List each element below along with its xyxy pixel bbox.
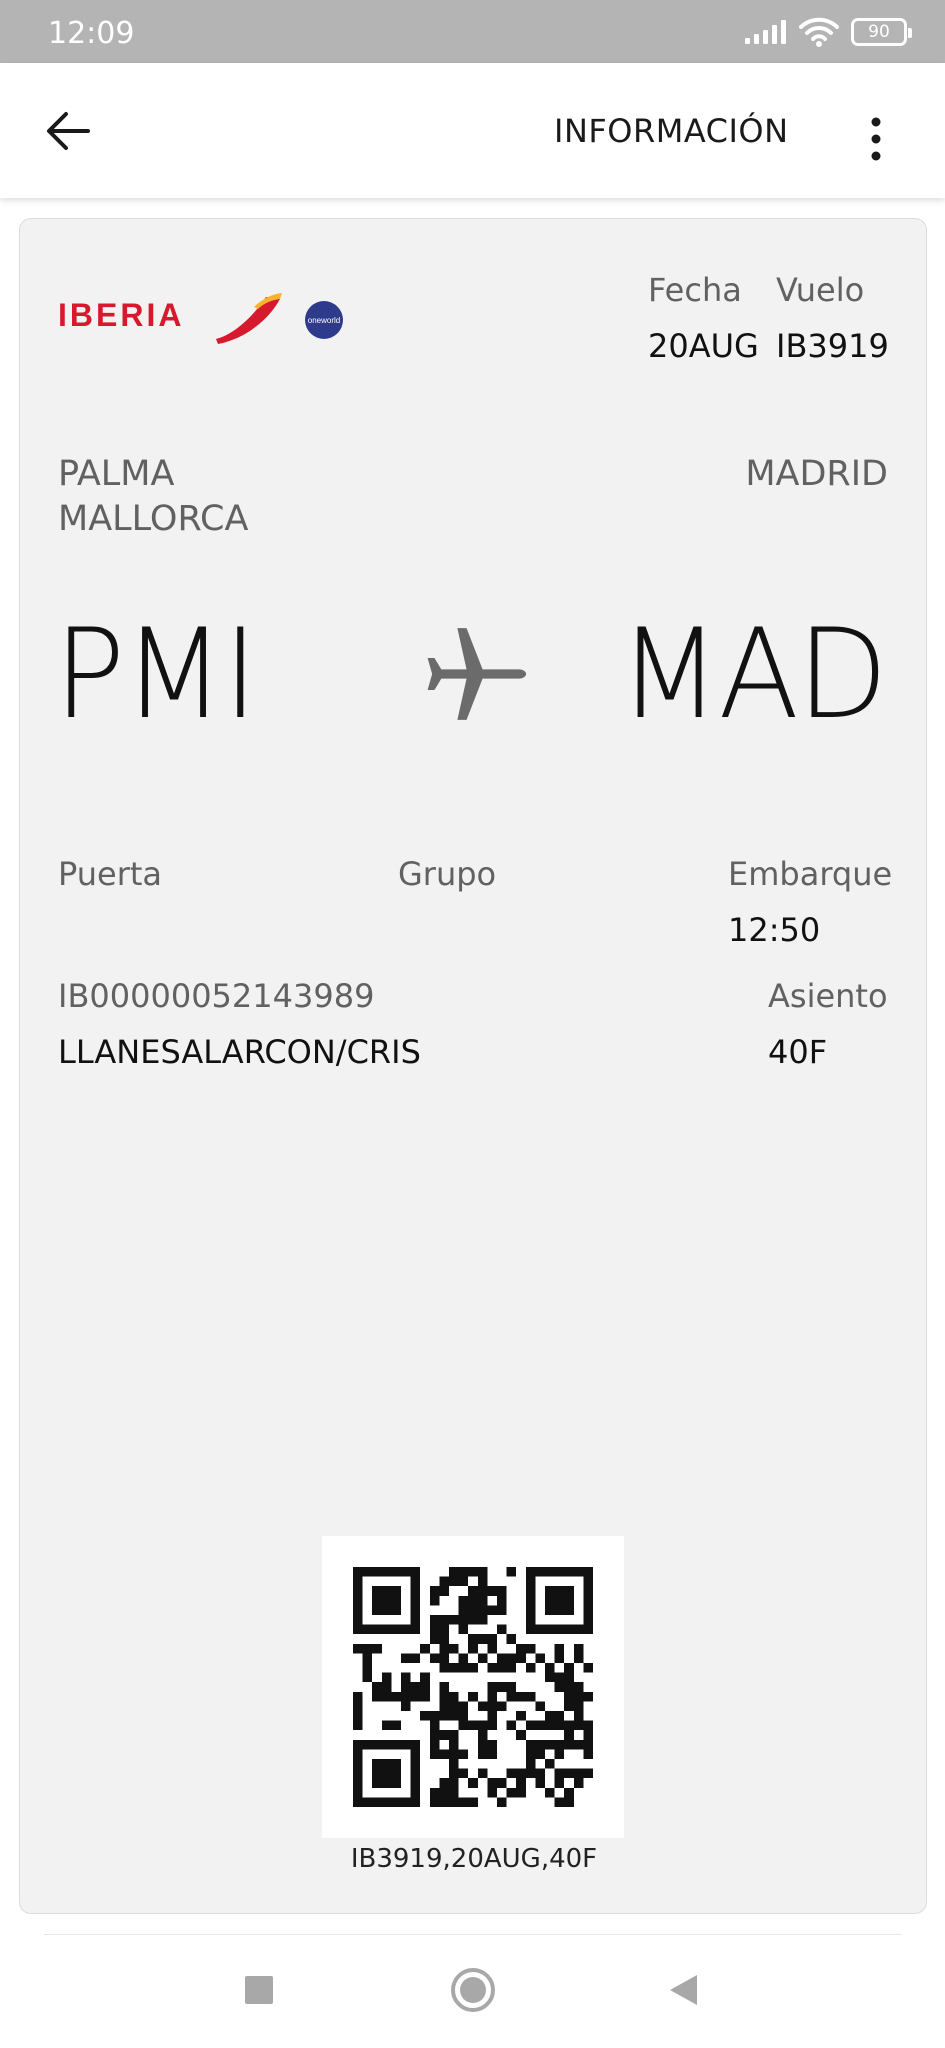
origin-city-line1: PALMA [58,454,175,494]
svg-text:IBERIA: IBERIA [58,297,184,333]
home-circle-icon [451,1968,495,2012]
flight-value: IB3919 [776,327,889,365]
back-button[interactable] [36,99,100,163]
oneworld-logo-text: oneworld [308,316,340,325]
date-value: 20AUG [648,327,759,365]
more-vert-icon [871,117,881,161]
recents-square-icon [245,1976,273,2004]
status-icons: 90 [745,16,912,48]
booking-reference: IB00000052143989 [58,977,375,1015]
qr-code-icon [353,1567,593,1807]
gate-label: Puerta [58,855,163,893]
home-button[interactable] [438,1960,508,2020]
nav-divider [44,1934,901,1935]
battery-level: 90 [868,22,890,42]
qr-caption: IB3919,20AUG,40F [350,1844,598,1874]
airplane-icon [427,628,527,720]
boarding-label: Embarque [728,855,893,893]
qr-modules [353,1567,593,1807]
seat-label: Asiento [768,977,888,1015]
origin-city: PALMA MALLORCA [58,452,248,542]
wifi-icon [799,17,839,47]
battery-icon: 90 [851,18,912,46]
system-back-button[interactable] [648,1960,718,2020]
destination-city: MADRID [745,454,888,494]
seat-value: 40F [768,1033,828,1071]
recents-button[interactable] [224,1960,294,2020]
passenger-name: LLANESALARCON/CRIS [58,1033,421,1071]
status-bar: 12:09 90 [0,0,945,63]
boarding-pass-card: IBERIA oneworld Fecha 20AUG Vuelo IB3919… [19,218,927,1914]
arrow-left-icon [47,112,90,150]
app-bar: INFORMACIÓN [0,63,945,198]
more-options-button[interactable] [856,99,896,179]
origin-code: PMI [54,601,258,747]
boarding-time: 12:50 [728,911,821,949]
origin-city-line2: MALLORCA [58,499,249,539]
group-label: Grupo [398,855,497,893]
back-triangle-icon [670,1975,697,2005]
signal-icon [745,20,786,44]
destination-code: MAD [618,601,888,747]
page-title: INFORMACIÓN [554,112,789,150]
status-time: 12:09 [48,16,135,51]
flight-label: Vuelo [776,271,865,309]
boarding-qr-code [322,1536,624,1838]
date-label: Fecha [648,271,742,309]
iberia-logo: IBERIA oneworld [58,293,343,344]
